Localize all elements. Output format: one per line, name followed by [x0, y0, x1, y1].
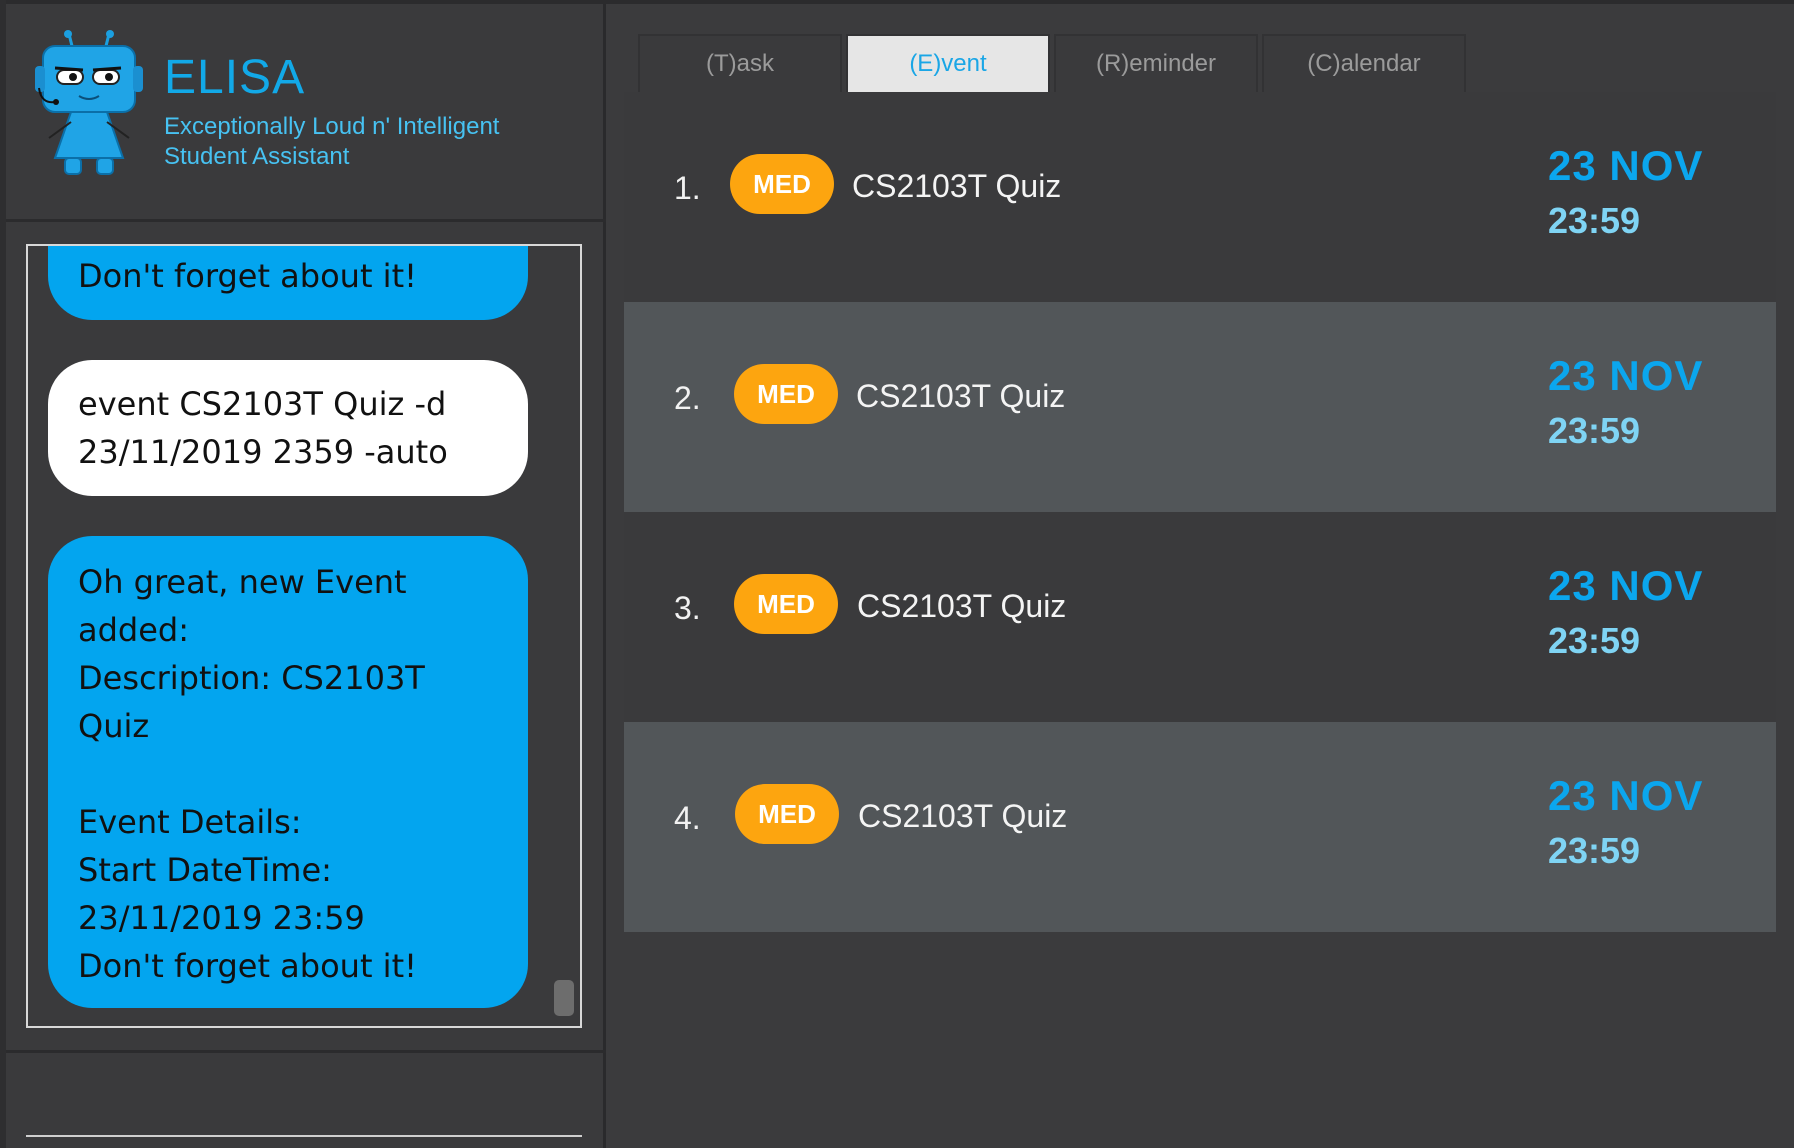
- robot-mascot-icon: [35, 30, 143, 175]
- message-line: 23/11/2019 2359 -auto: [78, 433, 448, 471]
- message-line: Start DateTime:: [78, 851, 332, 889]
- app-title: ELISA: [164, 51, 306, 104]
- event-index: 2.: [674, 380, 701, 416]
- app-subtitle: Exceptionally Loud n' Intelligent Studen…: [164, 112, 584, 172]
- elisa-app: ELISA Exceptionally Loud n' Intelligent …: [0, 0, 1794, 1148]
- event-description: CS2103T Quiz: [857, 588, 1067, 624]
- event-description: CS2103T Quiz: [852, 168, 1062, 204]
- message-line: 23/11/2019 23:59: [78, 899, 365, 937]
- message-line: event CS2103T Quiz -d: [78, 385, 447, 423]
- subtitle-line-1: Exceptionally Loud n' Intelligent: [164, 113, 500, 140]
- event-time: 23:59: [1548, 410, 1641, 451]
- command-area: [6, 1050, 606, 1148]
- message-line: Don't forget about it!: [78, 257, 417, 295]
- tab-calendar[interactable]: (C)alendar: [1262, 34, 1466, 92]
- event-date: 23 NOV: [1548, 562, 1704, 609]
- chat-scrollbar-thumb[interactable]: [554, 980, 574, 1016]
- tab-task[interactable]: (T)ask: [638, 34, 842, 92]
- event-time: 23:59: [1548, 830, 1641, 871]
- message-line: Don't forget about it!: [78, 947, 417, 985]
- message-line: added:: [78, 611, 190, 649]
- priority-badge: MED: [734, 364, 838, 424]
- event-date: 23 NOV: [1548, 772, 1704, 819]
- message-line: Quiz: [78, 707, 150, 745]
- event-date: 23 NOV: [1548, 142, 1704, 189]
- message-line: Event Details:: [78, 803, 302, 841]
- event-index: 3.: [674, 590, 701, 626]
- event-description: CS2103T Quiz: [858, 798, 1068, 834]
- event-row[interactable]: 4. MED CS2103T Quiz 23 NOV 23:59: [624, 722, 1776, 932]
- message-line: Description: CS2103T: [78, 659, 425, 697]
- event-time: 23:59: [1548, 200, 1641, 241]
- event-index: 1.: [674, 170, 701, 206]
- tab-reminder[interactable]: (R)eminder: [1054, 34, 1258, 92]
- app-header: ELISA Exceptionally Loud n' Intelligent …: [6, 0, 606, 222]
- event-list[interactable]: 1. MED CS2103T Quiz 23 NOV 23:59 2. MED …: [624, 92, 1776, 932]
- event-date: 23 NOV: [1548, 352, 1704, 399]
- tab-event[interactable]: (E)vent: [846, 34, 1050, 92]
- command-input[interactable]: [26, 1073, 582, 1133]
- event-row[interactable]: 3. MED CS2103T Quiz 23 NOV 23:59: [624, 512, 1776, 722]
- event-row[interactable]: 2. MED CS2103T Quiz 23 NOV 23:59: [624, 302, 1776, 512]
- message-line: [78, 750, 498, 798]
- event-row[interactable]: 1. MED CS2103T Quiz 23 NOV 23:59: [624, 92, 1776, 302]
- command-input-underline: [26, 1135, 582, 1137]
- event-time: 23:59: [1548, 620, 1641, 661]
- left-panel: ELISA Exceptionally Loud n' Intelligent …: [0, 0, 606, 1148]
- user-message: event CS2103T Quiz -d 23/11/2019 2359 -a…: [48, 360, 528, 496]
- priority-badge: MED: [735, 784, 839, 844]
- event-description: CS2103T Quiz: [856, 378, 1066, 414]
- message-line: Oh great, new Event: [78, 563, 407, 601]
- chat-history[interactable]: Don't forget about it! event CS2103T Qui…: [26, 244, 582, 1028]
- subtitle-line-2: Student Assistant: [164, 143, 350, 170]
- priority-badge: MED: [730, 154, 834, 214]
- priority-badge: MED: [734, 574, 838, 634]
- bot-message: Don't forget about it!: [48, 246, 528, 320]
- bot-message: Oh great, new Event added: Description: …: [48, 536, 528, 1008]
- event-index: 4.: [674, 800, 701, 836]
- right-panel: (T)ask (E)vent (R)eminder (C)alendar 1. …: [606, 0, 1794, 1148]
